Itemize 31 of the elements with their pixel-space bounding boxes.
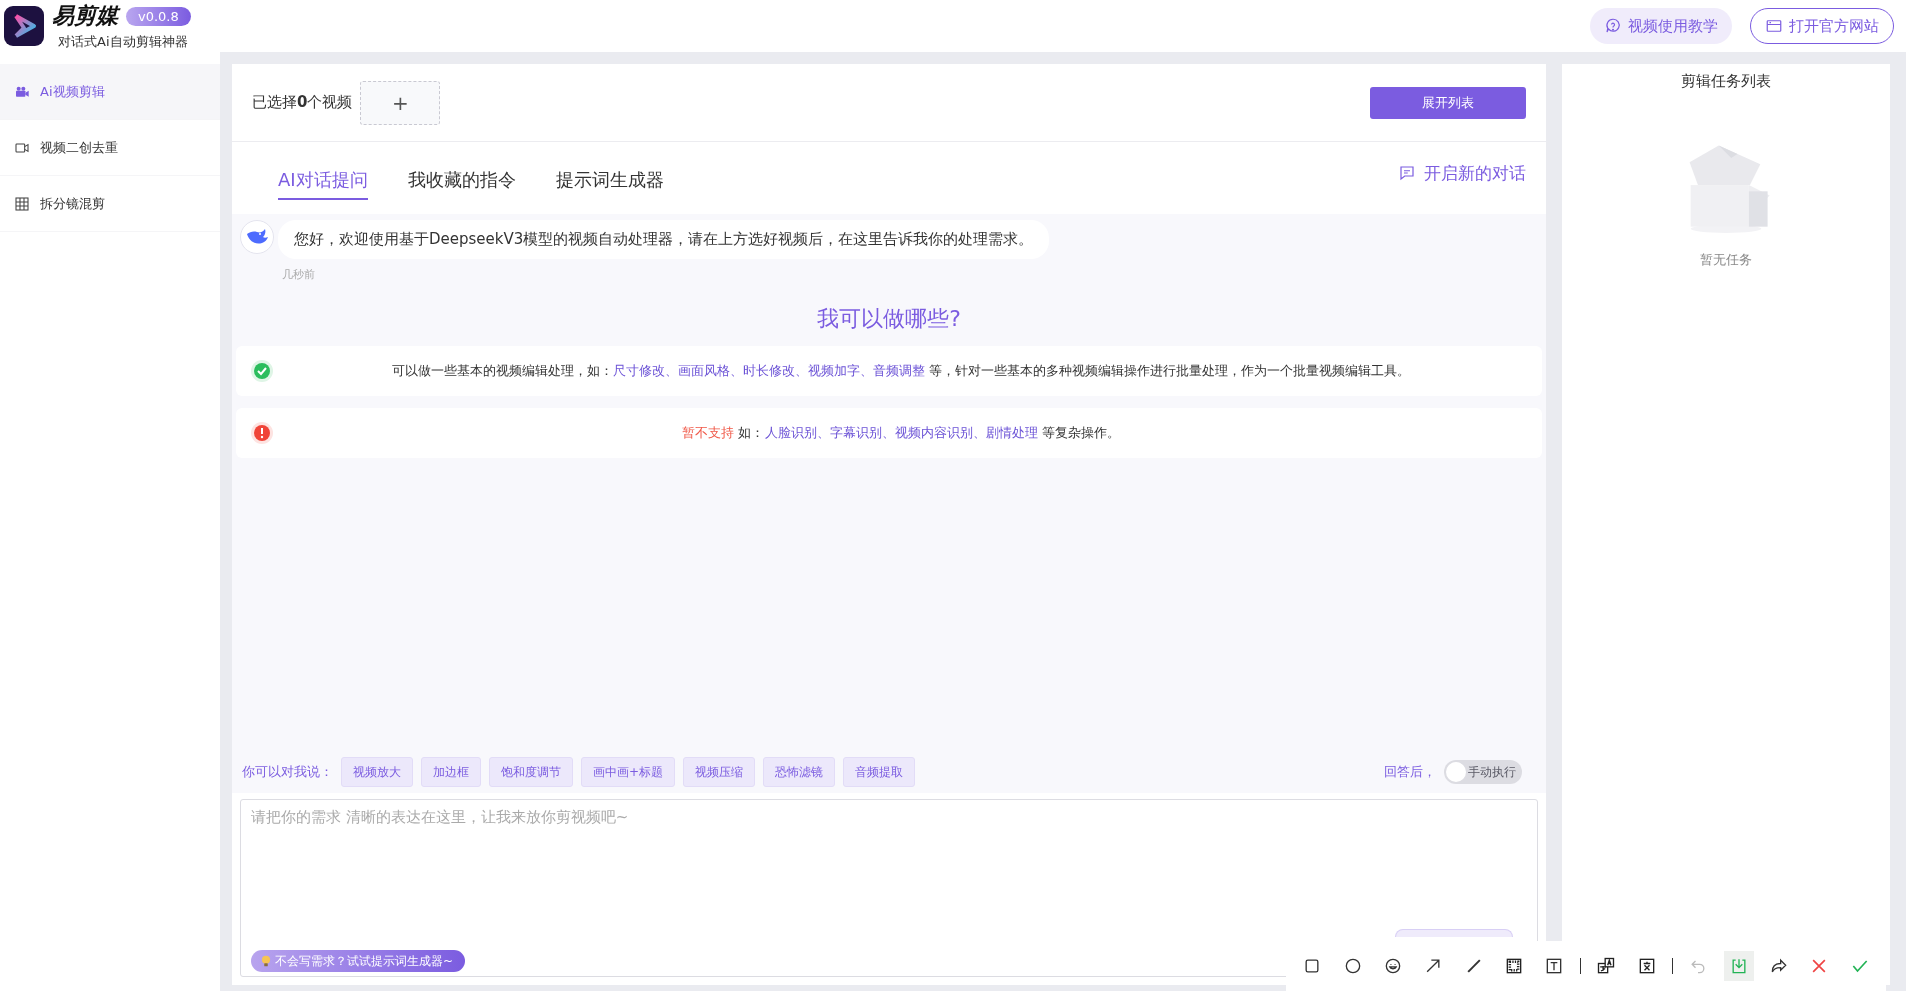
- expand-list-button[interactable]: 展开列表: [1370, 86, 1526, 119]
- task-list-title: 剪辑任务列表: [1681, 72, 1771, 91]
- app-tagline: 对话式Ai自动剪辑神器: [57, 33, 189, 51]
- empty-message: 暂无任务: [1700, 251, 1752, 269]
- chat-message: 您好，欢迎使用基于DeepseekV3模型的视频自动处理器，请在上方选好视频后，在这里告诉我你的处理需求。: [278, 220, 1050, 259]
- request-field[interactable]: 请把你的需求 清晰的表达在这里，让我来放你剪视频吧~ 不会写需求？试试提示词生成器~: [240, 799, 1538, 977]
- add-video-button[interactable]: +: [360, 80, 441, 125]
- auto-run-toggle[interactable]: 手动执行: [1444, 760, 1522, 784]
- sidebar-item[interactable]: Ai视频剪辑: [0, 64, 220, 120]
- suggestion-chip[interactable]: 恐怖滤镜: [763, 757, 836, 787]
- website-button[interactable]: 打开官方网站: [1750, 8, 1894, 44]
- suggestion-chip[interactable]: 加边框: [421, 757, 481, 787]
- message-time: 几秒前: [282, 267, 315, 282]
- new-chat-button[interactable]: 开启新的对话: [1392, 160, 1532, 186]
- tab[interactable]: 提示词生成器: [555, 168, 664, 200]
- selected-count: 已选择0个视频: [252, 93, 353, 112]
- section-heading: 我可以做哪些?: [817, 305, 961, 333]
- suggestion-chip[interactable]: 视频放大: [341, 757, 413, 787]
- suggestion-chip[interactable]: 饱和度调节: [489, 757, 573, 787]
- auto-run-label: 回答后，: [1384, 763, 1436, 781]
- tutorial-button[interactable]: 视频使用教学: [1590, 8, 1732, 44]
- suggestion-chip[interactable]: 音频提取: [843, 757, 916, 787]
- suggestion-chip[interactable]: 视频压缩: [683, 757, 756, 787]
- suggestion-chip[interactable]: 画中画+标题: [581, 757, 676, 787]
- capability-text: 可以做一些基本的视频编辑处理，如：尺寸修改、画面风格、时长修改、视频加字、音频调整 等，针对一些基本的多种视频编辑操作进行批量处理，作为一个批量视频编辑工具。: [390, 362, 1412, 380]
- tab[interactable]: 我收藏的指令: [407, 168, 516, 200]
- capability-text: 暂不支持 如：人脸识别、字幕识别、视频内容识别、剧情处理 等复杂操作。: [681, 424, 1121, 442]
- prompt-hint-button[interactable]: 不会写需求？试试提示词生成器~: [251, 950, 466, 972]
- tab[interactable]: AI对话提问: [278, 168, 368, 200]
- version-badge: v0.0.8: [126, 6, 191, 26]
- suggestion-label: 你可以对我说：: [242, 763, 333, 781]
